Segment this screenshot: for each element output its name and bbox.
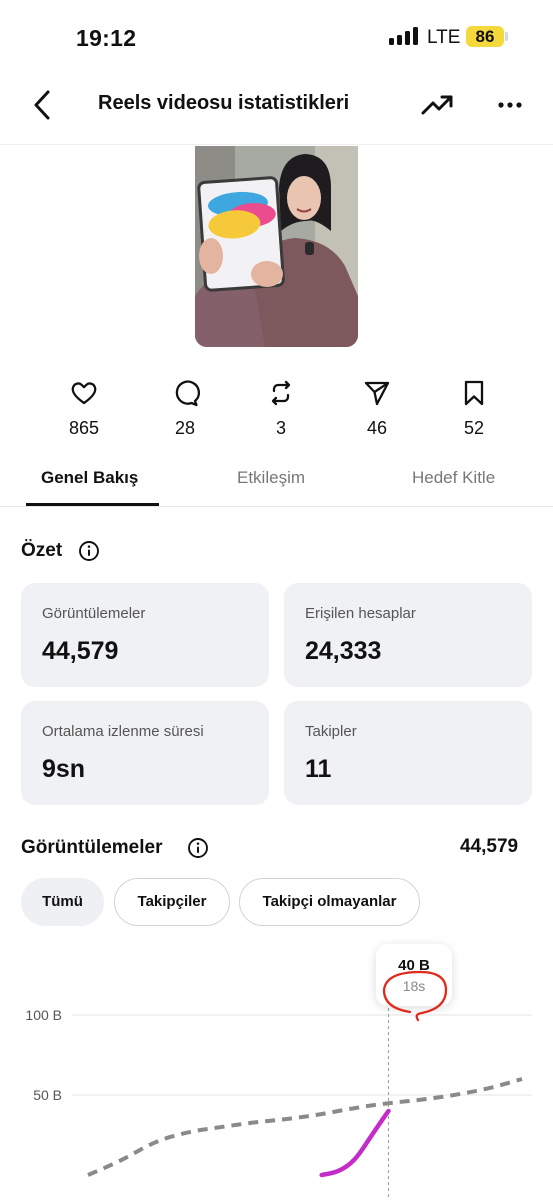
reposts-count: 3 xyxy=(275,418,286,438)
chevron-left-icon xyxy=(34,90,50,120)
follows-card[interactable]: Takipler 11 xyxy=(284,701,532,805)
card-value: 24,333 xyxy=(305,637,382,665)
watch-time-card[interactable]: Ortalama izlenme süresi 9sn xyxy=(21,701,269,805)
y-tick-label: 100 B xyxy=(25,1007,62,1023)
saves-count: 52 xyxy=(463,418,485,438)
info-icon[interactable] xyxy=(78,540,100,562)
card-value: 9sn xyxy=(42,755,86,783)
comments-count: 28 xyxy=(174,418,196,438)
card-label: Erişilen hesaplar xyxy=(305,605,416,622)
more-horizontal-icon xyxy=(498,102,522,108)
page-title: Reels videosu istatistikleri xyxy=(98,92,350,114)
info-icon[interactable] xyxy=(187,837,209,859)
card-value: 11 xyxy=(305,755,332,783)
tab-engagement[interactable]: Etkileşim xyxy=(237,468,305,488)
filter-all-chip[interactable]: Tümü xyxy=(21,878,104,926)
card-label: Takipler xyxy=(305,723,357,740)
y-tick-label: 50 B xyxy=(33,1087,62,1103)
battery-cap xyxy=(505,32,508,41)
more-button[interactable] xyxy=(494,90,526,120)
views-chart[interactable]: 100 B 50 B xyxy=(0,930,553,1200)
reel-thumbnail-image xyxy=(195,146,358,347)
nav-bar: Reels videosu istatistikleri xyxy=(0,70,553,145)
back-button[interactable] xyxy=(28,88,58,122)
trending-up-icon xyxy=(421,95,453,115)
summary-title: Özet xyxy=(21,540,63,561)
reach-card[interactable]: Erişilen hesaplar 24,333 xyxy=(284,583,532,687)
send-icon xyxy=(364,381,390,406)
tab-overview[interactable]: Genel Bakış xyxy=(41,468,138,488)
shares-count: 46 xyxy=(366,418,388,438)
filter-non-followers-chip[interactable]: Takipçi olmayanlar xyxy=(239,878,420,926)
likes-count: 865 xyxy=(68,418,100,438)
comment-icon xyxy=(175,380,200,407)
card-label: Görüntülemeler xyxy=(42,605,146,622)
network-type: LTE xyxy=(427,27,461,48)
bookmark-icon xyxy=(464,380,484,406)
views-card[interactable]: Görüntülemeler 44,579 xyxy=(21,583,269,687)
comments-metric: 28 xyxy=(145,378,225,439)
card-value: 44,579 xyxy=(42,637,119,665)
shares-metric: 46 xyxy=(337,378,417,439)
reposts-metric: 3 xyxy=(241,378,321,439)
card-label: Ortalama izlenme süresi xyxy=(42,723,204,740)
likes-metric: 865 xyxy=(44,378,124,439)
status-bar: 19:12 LTE 86 xyxy=(0,0,553,70)
filter-followers-chip[interactable]: Takipçiler xyxy=(114,878,230,926)
tab-audience[interactable]: Hedef Kitle xyxy=(412,468,495,488)
trend-button[interactable] xyxy=(420,90,456,120)
views-title: Görüntülemeler xyxy=(21,837,163,858)
active-tab-indicator xyxy=(26,503,159,506)
views-total: 44,579 xyxy=(460,836,519,857)
reel-thumbnail[interactable] xyxy=(195,146,358,347)
heart-icon xyxy=(71,382,97,405)
status-time: 19:12 xyxy=(76,25,137,51)
battery-icon: 86 xyxy=(466,26,504,47)
repost-icon xyxy=(271,380,291,406)
tab-bar: Genel Bakış Etkileşim Hedef Kitle xyxy=(0,455,553,507)
series-line-dashed xyxy=(87,1077,523,1177)
saves-metric: 52 xyxy=(434,378,514,439)
signal-icon xyxy=(389,27,419,45)
annotation-circle xyxy=(382,970,448,1022)
series-line-magenta xyxy=(319,1108,391,1178)
